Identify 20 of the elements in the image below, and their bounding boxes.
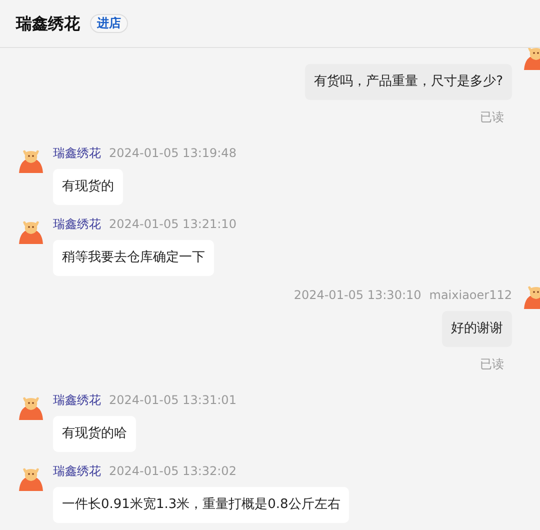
message-time: 2024-01-05 13:31:01 (109, 392, 236, 408)
read-status: 已读 (480, 109, 505, 125)
message-time: 2024-01-05 13:30:10 (294, 287, 422, 303)
sender-name: 瑞鑫绣花 (53, 392, 101, 408)
enter-shop-button[interactable]: 进店 (90, 14, 128, 33)
sender-name: maixiaoer112 (429, 287, 512, 303)
sender-name: 瑞鑫绣花 (53, 216, 101, 232)
message-bubble: 一件长0.91米宽1.3米，重量打概是0.8公斤左右 (53, 487, 350, 523)
message-bubble: 有货吗，产品重量，尺寸是多少? (305, 64, 512, 100)
message-bubble: 好的谢谢 (442, 311, 512, 347)
message-time: 2024-01-05 13:19:48 (109, 145, 236, 161)
message-time: 2024-01-05 13:21:10 (109, 216, 236, 232)
message-time: 2024-01-05 13:32:02 (109, 463, 236, 479)
message-bubble: 有现货的 (53, 169, 123, 205)
message-bubble: 稍等我要去仓库确定一下 (53, 240, 214, 276)
chat-title: 瑞鑫绣花 (16, 12, 80, 34)
sender-name: 瑞鑫绣花 (53, 145, 101, 161)
read-status: 已读 (480, 356, 505, 372)
message-bubble: 有现货的哈 (53, 416, 136, 452)
sender-name: 瑞鑫绣花 (53, 463, 101, 479)
